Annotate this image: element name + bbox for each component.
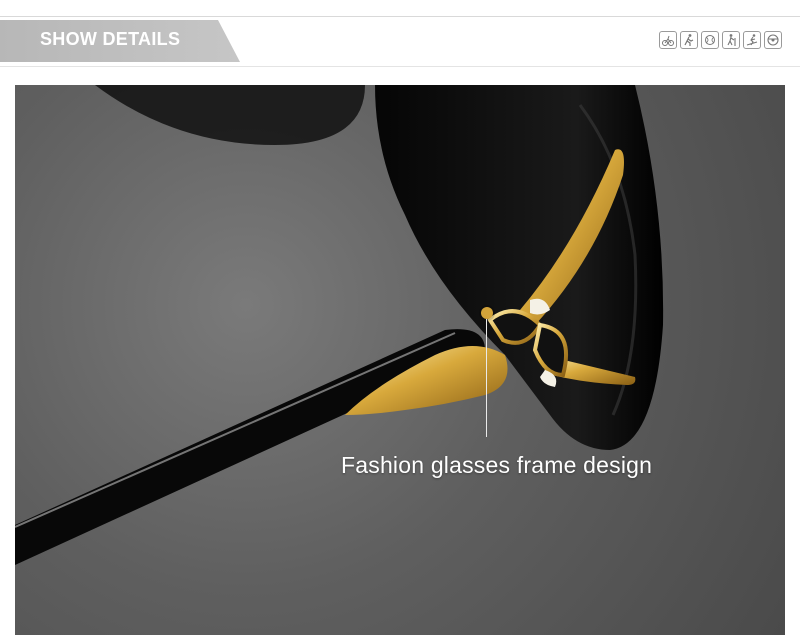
cycling-icon [659,31,677,49]
header-divider [0,66,800,67]
callout-line [486,319,487,437]
hiking-icon [722,31,740,49]
product-photo [15,85,785,635]
section-title: SHOW DETAILS [40,29,181,49]
feature-caption: Fashion glasses frame design [341,452,653,478]
callout-marker [481,307,493,319]
driving-icon [764,31,782,49]
running-icon [680,31,698,49]
skiing-icon [743,31,761,49]
top-rule [0,16,800,17]
tennis-icon [701,31,719,49]
activity-icons [659,31,782,49]
